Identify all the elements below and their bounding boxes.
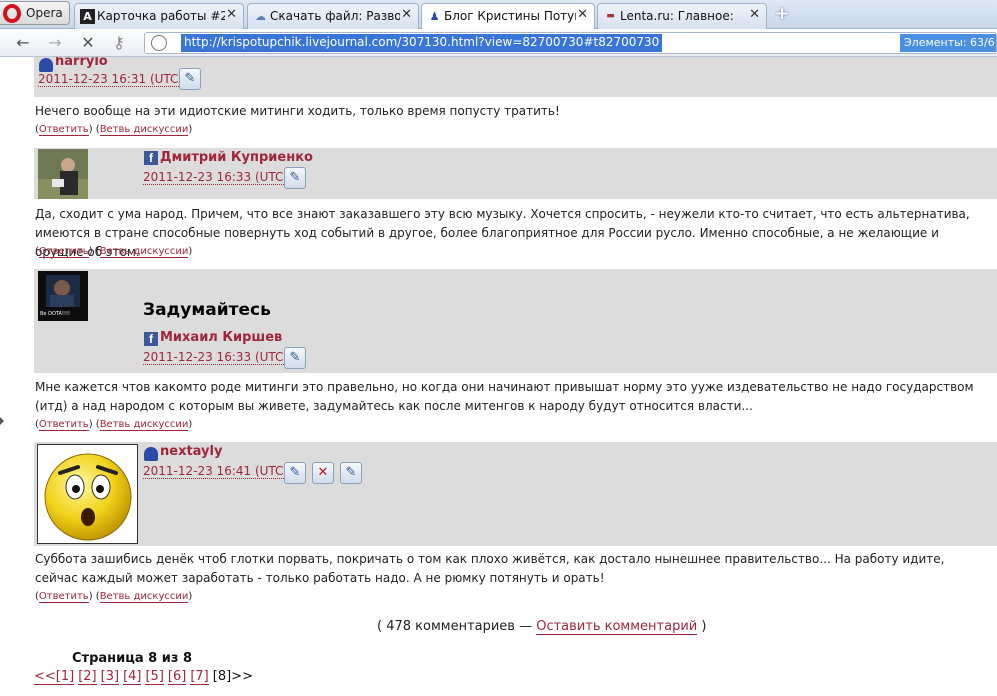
facebook-icon: f	[144, 332, 158, 346]
tab-label: Блог Кристины Потуп...	[444, 9, 576, 23]
lj-user-icon	[144, 447, 158, 461]
comment-links: (Ответить) (Ветвь дискуссии)	[35, 246, 193, 258]
comment-date[interactable]: 2011-12-23 16:33 (UTC)	[143, 350, 289, 365]
add-comment-link[interactable]: Оставить комментарий	[536, 619, 698, 635]
tab-lenta[interactable]: ▬ Lenta.ru: Главное: ✕	[597, 3, 767, 29]
smiley-avatar-icon	[44, 453, 132, 541]
thread-link[interactable]: Ветвь дискуссии	[99, 419, 189, 431]
close-icon[interactable]: ✕	[226, 7, 237, 22]
opera-menu-label: Opera	[26, 6, 63, 20]
tab-blog[interactable]: ♟ Блог Кристины Потуп... ✕	[421, 3, 595, 30]
comment-links: (Ответить) (Ветвь дискуссии)	[35, 124, 193, 136]
user-link[interactable]: nextayly	[160, 444, 222, 459]
pager-prev-link[interactable]: <<	[34, 669, 56, 685]
tab-download[interactable]: ☁ Скачать файл: Развод ... ✕	[247, 3, 419, 29]
comment-count: ( 478 комментариев — Оставить комментари…	[377, 619, 707, 635]
comment-text: Суббота зашибись денёк чтоб глотки порва…	[35, 552, 945, 585]
elements-counter: Элементы: 63/6	[900, 34, 996, 52]
forward-arrow-icon[interactable]: →	[44, 33, 66, 53]
comment-date[interactable]: 2011-12-23 16:41 (UTC)	[143, 464, 289, 479]
pager-page-link[interactable]: [2]	[78, 669, 97, 685]
pager-page-link[interactable]: [6]	[167, 669, 187, 685]
close-icon[interactable]: ✕	[401, 7, 412, 22]
opera-logo-icon	[3, 4, 21, 23]
cloud-icon: ☁	[255, 10, 266, 23]
comment-subject: Задумайтесь	[143, 300, 271, 320]
reply-link[interactable]: Ответить	[38, 419, 89, 431]
thread-link[interactable]: Ветвь дискуссии	[99, 246, 189, 258]
close-icon[interactable]: ✕	[577, 7, 588, 22]
thread-link[interactable]: Ветвь дискуссии	[99, 591, 189, 603]
address-bar: ← → ✕ ⚷ http://krispotupchik.livejournal…	[0, 29, 997, 57]
avatar-caption: Be DOTA!!!!	[40, 311, 70, 317]
comment-count-prefix: ( 478 комментариев —	[377, 619, 537, 634]
facebook-icon: f	[144, 151, 158, 165]
comment-text: Нечего вообще на эти идиотские митинги х…	[35, 104, 560, 118]
reply-link[interactable]: Ответить	[38, 246, 89, 258]
page-content: harrylo 2011-12-23 16:31 (UTC) ✎ Нечего …	[0, 57, 997, 696]
pin-icon[interactable]: ✎	[284, 347, 306, 369]
comment-text: Мне кажется чтов какомто роде митинги эт…	[35, 380, 974, 413]
pin-icon[interactable]: ✎	[179, 68, 201, 90]
thread-link[interactable]: Ветвь дискуссии	[99, 124, 189, 136]
tab-bar: Opera A Карточка работы #263... ✕ ☁ Скач…	[0, 0, 997, 30]
lenta-icon: ▬	[606, 11, 615, 21]
comment-date[interactable]: 2011-12-23 16:31 (UTC)	[38, 72, 184, 87]
opera-menu-button[interactable]: Opera	[0, 1, 70, 25]
comment-date[interactable]: 2011-12-23 16:33 (UTC)	[143, 170, 289, 185]
pager-current-page: [8]	[212, 669, 232, 684]
edit-icon[interactable]: ✎	[284, 462, 306, 484]
comment-header: nextayly 2011-12-23 16:41 (UTC) ✎ ✕ ✎	[34, 442, 997, 546]
pager-page-link[interactable]: [5]	[145, 669, 164, 685]
delete-icon[interactable]: ✕	[312, 462, 334, 484]
pager-page-link[interactable]: [4]	[123, 669, 142, 685]
user-link[interactable]: harrylo	[55, 57, 108, 69]
url-field[interactable]: http://krispotupchik.livejournal.com/307…	[144, 32, 997, 54]
lj-user-icon	[39, 58, 53, 72]
pin-icon[interactable]: ✎	[284, 167, 306, 189]
avatar	[37, 444, 138, 544]
a-letter-icon: A	[80, 9, 95, 24]
key-icon[interactable]: ⚷	[108, 33, 130, 53]
page-info: Страница 8 из 8	[72, 651, 192, 666]
back-arrow-icon[interactable]: ←	[12, 33, 34, 53]
close-icon[interactable]: ✕	[749, 7, 760, 22]
tab-card[interactable]: A Карточка работы #263... ✕	[74, 3, 244, 29]
pager-page-link[interactable]: [3]	[100, 669, 120, 685]
pager-page-link[interactable]: [1]	[55, 669, 75, 685]
reply-link[interactable]: Ответить	[38, 591, 89, 603]
comment-links: (Ответить) (Ветвь дискуссии)	[35, 419, 193, 431]
pager-page-link[interactable]: [7]	[190, 669, 209, 685]
comment-header: Be DOTA!!!! Задумайтесь f Михаил Киршев …	[34, 269, 997, 373]
tab-label: Скачать файл: Развод ...	[270, 9, 400, 23]
tab-label: Lenta.ru: Главное:	[620, 9, 734, 23]
tab-label: Карточка работы #263...	[97, 9, 225, 23]
pager-next: >>	[231, 669, 253, 684]
user-link[interactable]: Михаил Киршев	[160, 330, 282, 345]
avatar	[38, 149, 88, 199]
reply-link[interactable]: Ответить	[38, 124, 89, 136]
pin-icon[interactable]: ✎	[340, 462, 362, 484]
lj-user-icon: ♟	[429, 10, 440, 23]
avatar-photo-icon	[38, 149, 88, 199]
url-text[interactable]: http://krispotupchik.livejournal.com/307…	[181, 34, 663, 52]
stop-icon[interactable]: ✕	[77, 33, 99, 53]
avatar: Be DOTA!!!!	[38, 271, 88, 321]
pager: <<[1] [2] [3] [4] [5] [6] [7] [8]>>	[34, 669, 257, 685]
comment-count-suffix: )	[697, 619, 707, 634]
comment-header: f Дмитрий Куприенко 2011-12-23 16:33 (UT…	[34, 148, 997, 199]
globe-icon	[151, 35, 167, 51]
scroll-marker-icon	[0, 417, 4, 425]
new-tab-button[interactable]: +	[772, 4, 792, 24]
comment-header: harrylo 2011-12-23 16:31 (UTC) ✎	[34, 57, 997, 97]
comment-links: (Ответить) (Ветвь дискуссии)	[35, 591, 193, 603]
user-link[interactable]: Дмитрий Куприенко	[160, 150, 313, 165]
